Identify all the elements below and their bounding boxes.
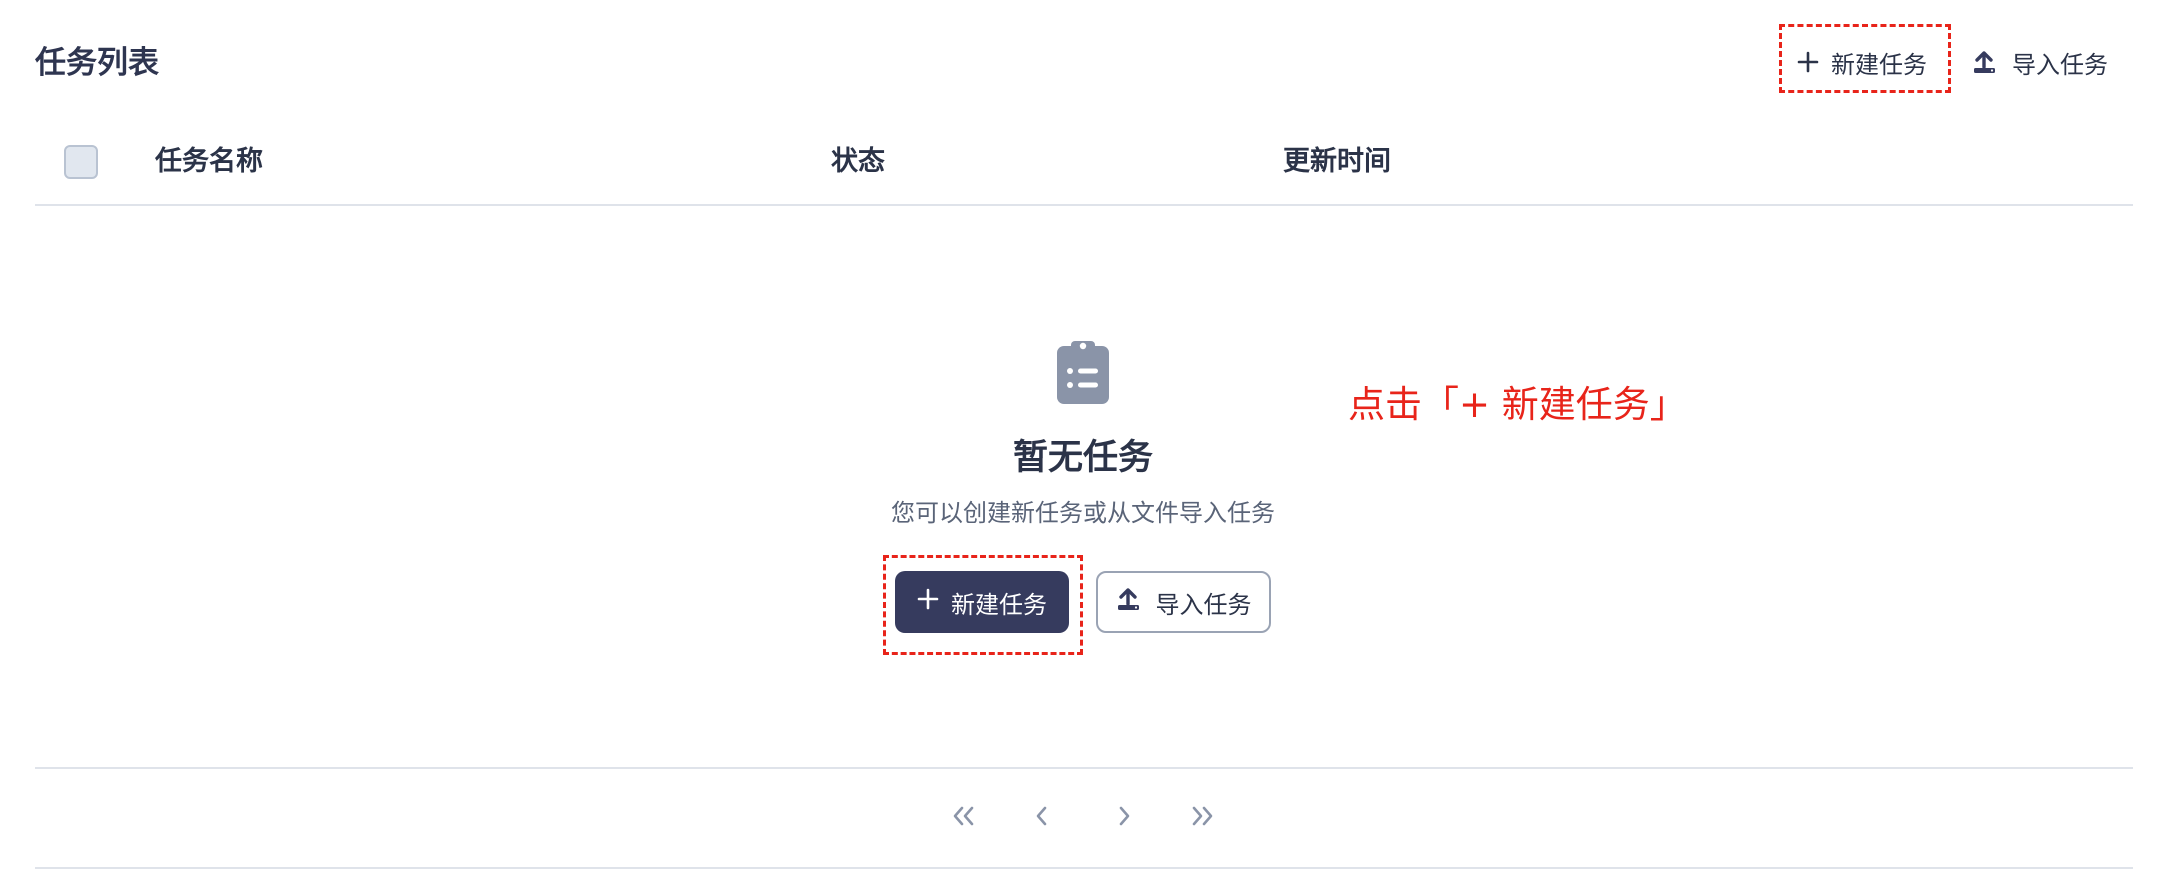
header-new-task-label: 新建任务 <box>1831 51 1927 79</box>
column-header-updated-time[interactable]: 更新时间 <box>1283 142 1391 182</box>
annotation-text: 点击「+ 新建任务」 <box>1348 383 1687 426</box>
clipboard-list-icon <box>1057 338 1109 408</box>
plus-icon <box>917 588 939 616</box>
pagination-last-button[interactable] <box>1182 800 1222 836</box>
double-chevron-right-icon <box>1188 805 1216 831</box>
header-new-task-button[interactable]: 新建任务 <box>1797 38 1927 86</box>
empty-state-title: 暂无任务 <box>1012 438 1153 478</box>
select-all-checkbox[interactable] <box>64 145 98 179</box>
plus-icon <box>1797 51 1819 73</box>
empty-import-task-button[interactable]: 导入任务 <box>1096 571 1271 633</box>
header-import-task-button[interactable]: 导入任务 <box>1972 38 2108 86</box>
empty-import-task-label: 导入任务 <box>1155 590 1252 619</box>
empty-new-task-label: 新建任务 <box>951 590 1047 619</box>
pagination-first-button[interactable] <box>944 800 984 836</box>
double-chevron-left-icon <box>950 805 978 831</box>
pagination-prev-button[interactable] <box>1022 800 1062 836</box>
table-footer-divider <box>35 767 2133 769</box>
header-import-task-label: 导入任务 <box>2012 51 2108 79</box>
chevron-right-icon <box>1116 805 1132 831</box>
column-header-status[interactable]: 状态 <box>831 142 885 182</box>
upload-icon <box>1972 49 2000 75</box>
empty-state-description: 您可以创建新任务或从文件导入任务 <box>891 499 1275 527</box>
page-title: 任务列表 <box>35 45 159 81</box>
table-header: 任务名称 状态 更新时间 <box>35 130 2133 206</box>
column-header-task-name[interactable]: 任务名称 <box>155 142 263 182</box>
page-bottom-divider <box>35 867 2133 869</box>
empty-new-task-button[interactable]: 新建任务 <box>895 571 1069 633</box>
chevron-left-icon <box>1034 805 1050 831</box>
task-list-page: 任务列表 新建任务 导入任务 任务名称 状态 更新时间 暂无任务 您可以创建新任… <box>0 0 2168 896</box>
pagination-next-button[interactable] <box>1104 800 1144 836</box>
upload-icon <box>1116 586 1144 618</box>
